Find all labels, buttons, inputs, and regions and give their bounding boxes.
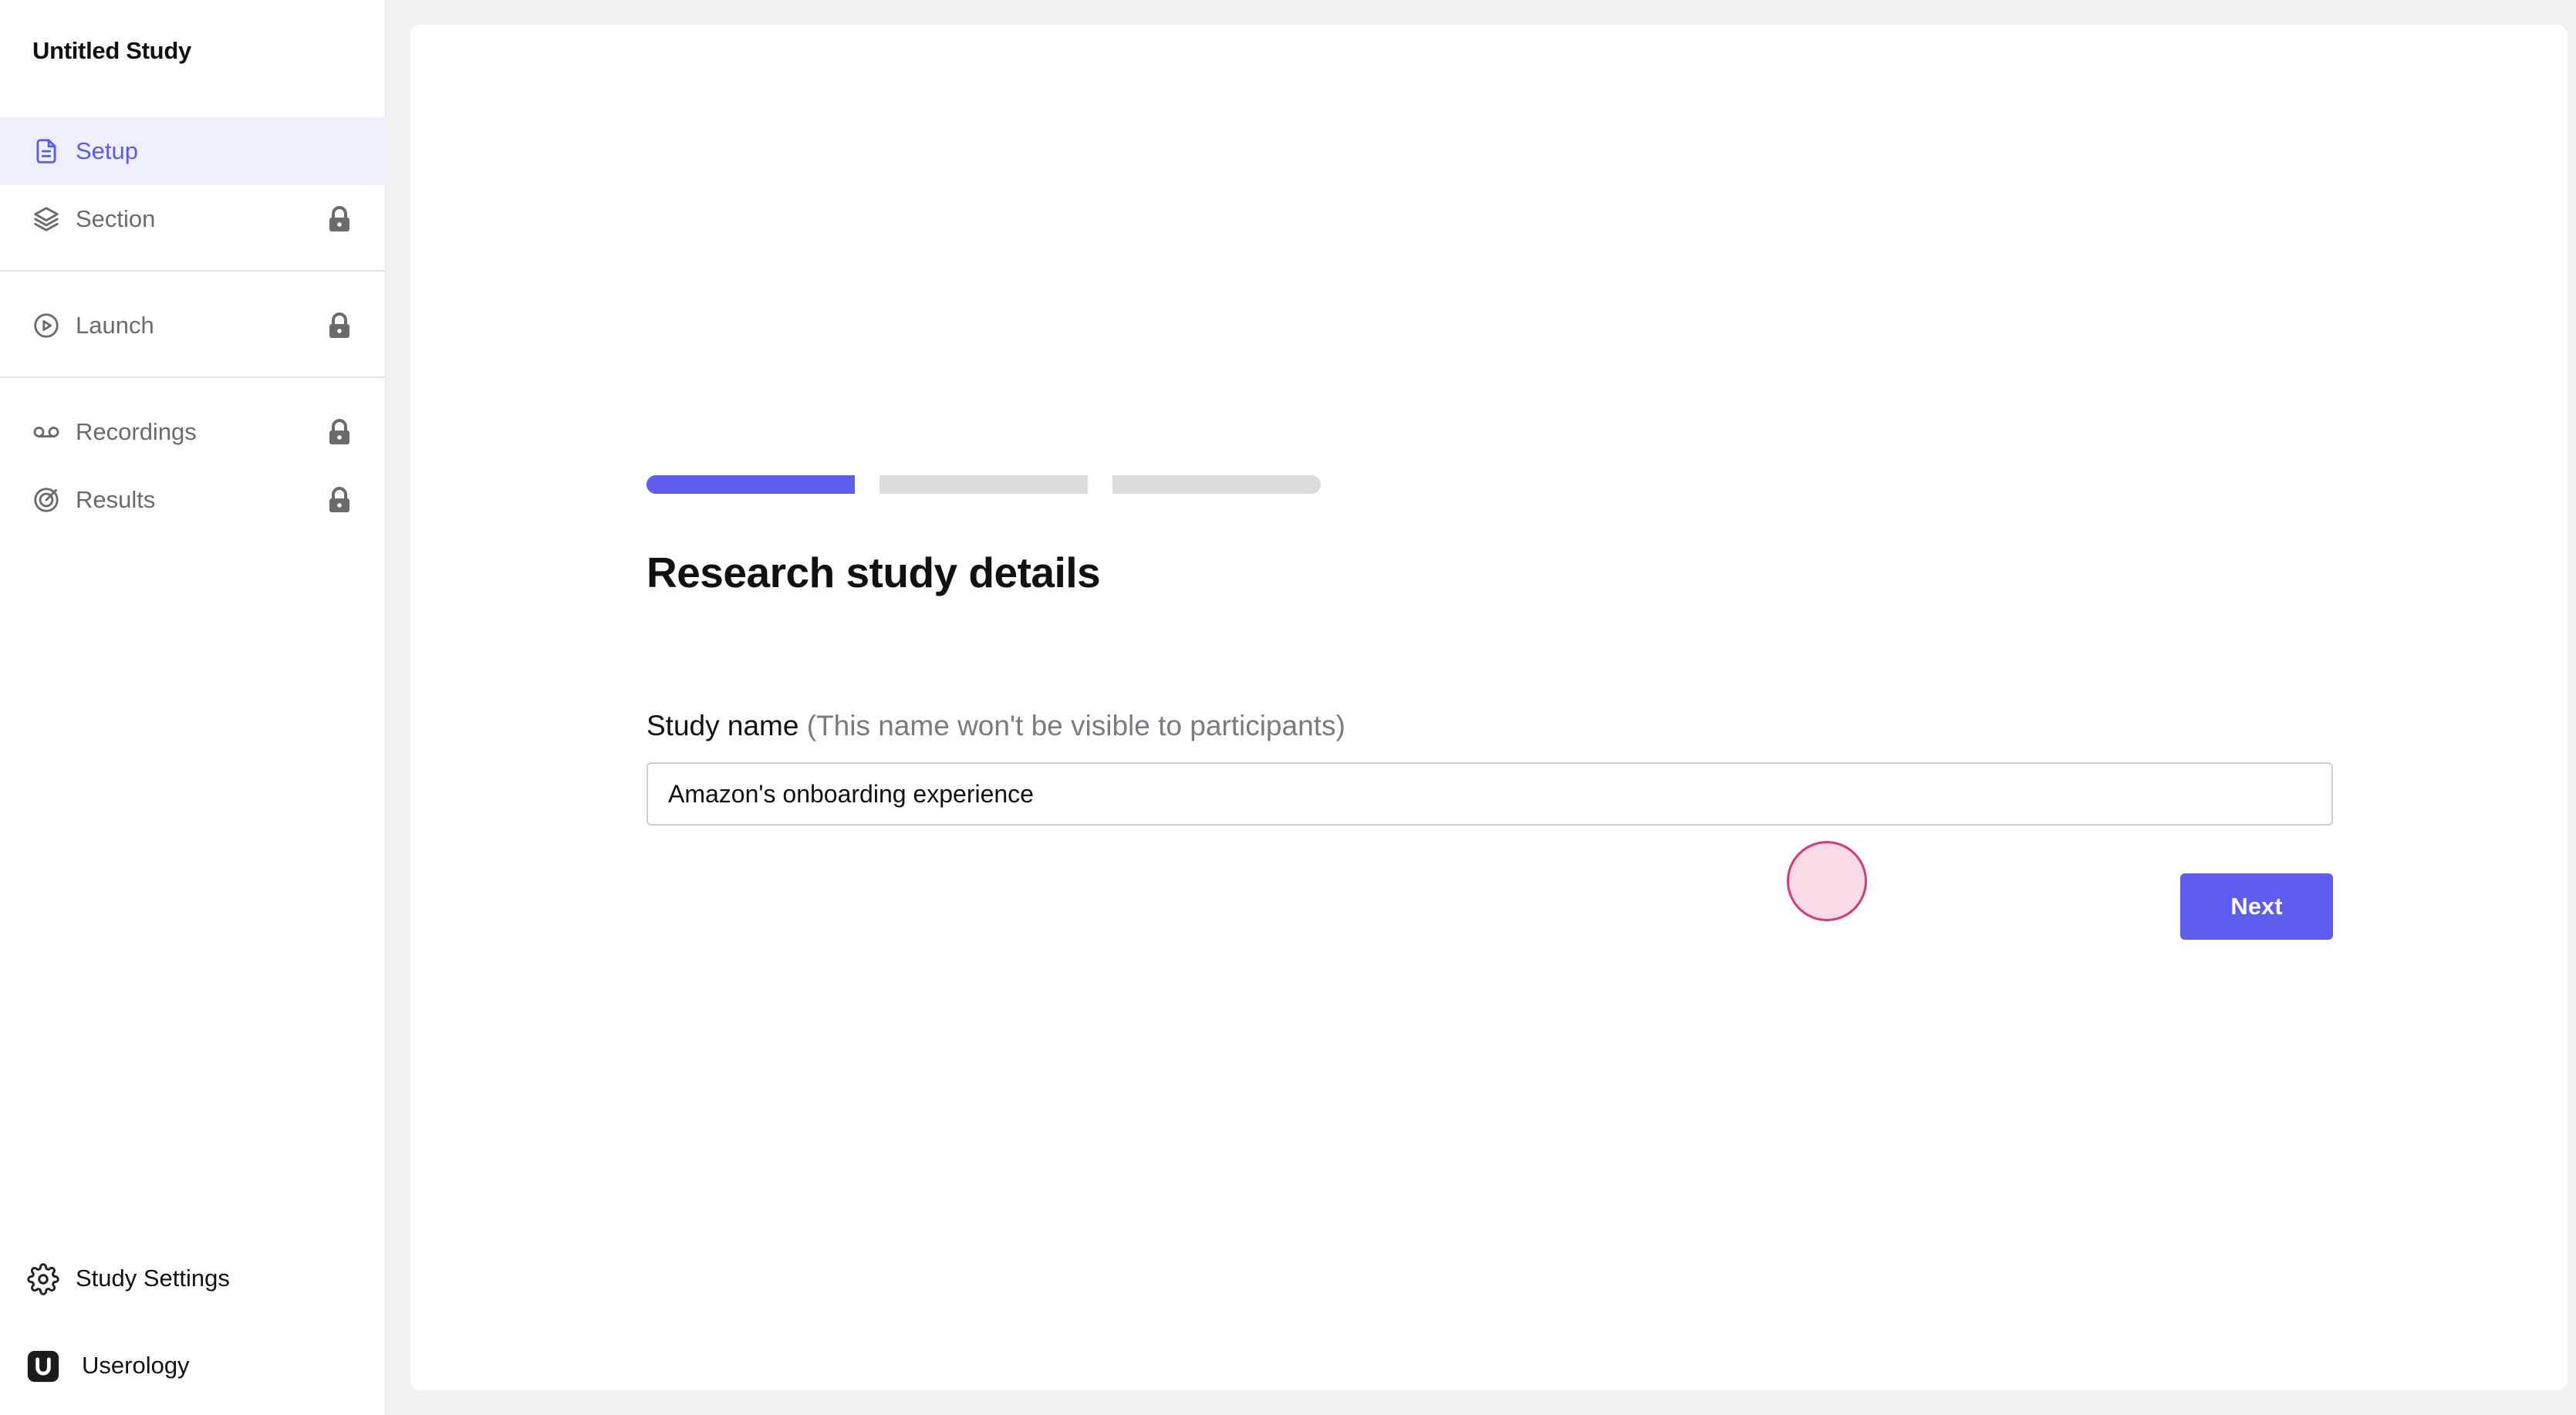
lock-icon <box>327 312 352 339</box>
page-title: Research study details <box>647 549 1101 596</box>
sidebar-item-label: Section <box>76 205 156 232</box>
lock-icon <box>327 418 352 446</box>
study-name-label-text: Study name <box>647 710 799 741</box>
step-progress <box>647 475 1321 494</box>
sidebar-divider <box>0 377 386 378</box>
sidebar-item-label: Recordings <box>76 418 197 445</box>
sidebar-item-setup[interactable]: Setup <box>0 117 386 185</box>
study-title: Untitled Study <box>32 37 191 64</box>
progress-step-1 <box>647 475 855 494</box>
study-settings-button[interactable]: Study Settings <box>0 1251 386 1305</box>
study-name-hint: (This name won't be visible to participa… <box>806 710 1345 741</box>
sidebar-item-section[interactable]: Section <box>0 185 386 253</box>
sidebar-item-label: Setup <box>76 137 139 164</box>
document-icon <box>31 136 62 167</box>
play-circle-icon <box>31 310 62 341</box>
lock-icon <box>327 486 352 514</box>
progress-step-3 <box>1112 475 1321 494</box>
study-name-input[interactable] <box>647 762 2333 826</box>
study-settings-label: Study Settings <box>76 1265 230 1292</box>
main-card: Research study details Study name (This … <box>410 25 2568 1390</box>
brand-label: Userology <box>82 1352 190 1379</box>
sidebar-item-results[interactable]: Results <box>0 466 386 534</box>
sidebar: Untitled Study Setup Section Launch Reco… <box>0 0 386 1415</box>
sidebar-item-recordings[interactable]: Recordings <box>0 398 386 466</box>
voicemail-icon <box>31 417 62 447</box>
layers-icon <box>31 204 62 235</box>
target-icon <box>31 485 62 515</box>
brand-link[interactable]: Userology <box>0 1339 386 1393</box>
userology-logo-icon <box>26 1349 60 1383</box>
progress-step-2 <box>879 475 1088 494</box>
sidebar-item-launch[interactable]: Launch <box>0 292 386 360</box>
sidebar-item-label: Results <box>76 486 156 513</box>
sidebar-divider <box>0 270 386 272</box>
study-name-label: Study name (This name won't be visible t… <box>647 710 1345 742</box>
sidebar-item-label: Launch <box>76 312 154 339</box>
gear-icon <box>26 1262 60 1296</box>
lock-icon <box>327 205 352 233</box>
next-button[interactable]: Next <box>2180 873 2333 940</box>
